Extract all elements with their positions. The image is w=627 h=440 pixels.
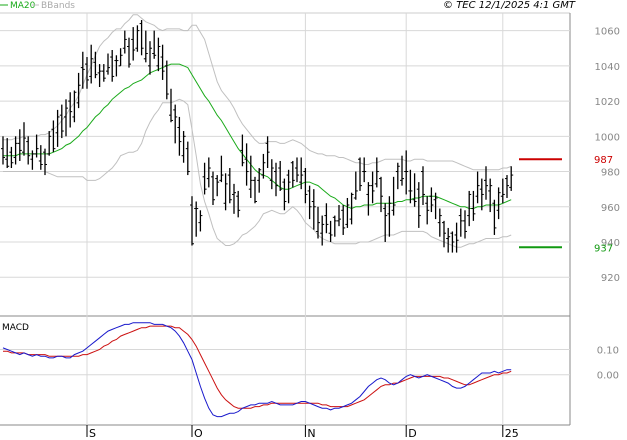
resistance-label: 987 xyxy=(594,155,613,166)
y-tick-label-1000: 1000 xyxy=(595,132,620,143)
timestamp: © TEC 12/1/2025 4:1 GMT xyxy=(443,0,576,11)
support-label: 937 xyxy=(594,243,613,254)
bbands-legend-label: BBands xyxy=(41,1,75,11)
x-tick-label-N: N xyxy=(307,427,315,440)
y-tick-label-1020: 1020 xyxy=(595,97,620,108)
y-tick-label-1060: 1060 xyxy=(595,27,620,38)
macd-y-tick-label-0.00: 0.00 xyxy=(597,371,619,382)
x-tick-label-S: S xyxy=(89,427,96,440)
macd-y-tick-label-0.10: 0.10 xyxy=(597,346,619,357)
y-tick-label-980: 980 xyxy=(601,168,620,179)
price-chart: MA20 BBands © TEC 12/1/2025 4:1 GMT 920 9… xyxy=(0,0,627,440)
y-tick-label-920: 920 xyxy=(601,273,620,284)
ma-legend-label: MA20 xyxy=(10,1,36,11)
y-tick-label-960: 960 xyxy=(601,203,620,214)
x-tick-label-D: D xyxy=(408,427,416,440)
x-tick-label-25: 25 xyxy=(505,427,519,440)
x-tick-label-O: O xyxy=(194,427,203,440)
y-tick-label-1040: 1040 xyxy=(595,62,620,73)
macd-title: MACD xyxy=(2,323,29,333)
